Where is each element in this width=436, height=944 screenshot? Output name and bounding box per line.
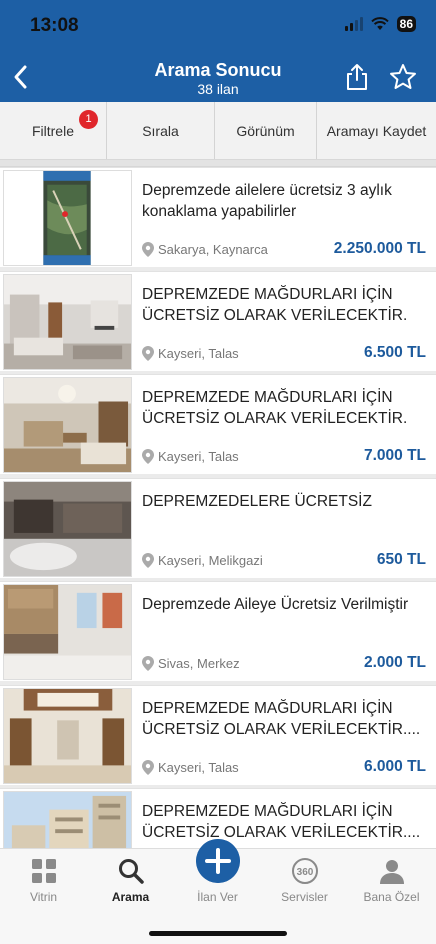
filter-button[interactable]: Filtrele 1 — [0, 102, 107, 159]
listing-title: DEPREMZEDE MAĞDURLARI İÇİN ÜCRETSİZ OLAR… — [142, 389, 408, 427]
view-button[interactable]: Görünüm — [215, 102, 317, 159]
sort-button[interactable]: Sırala — [107, 102, 215, 159]
listing-list[interactable]: Depremzede ailelere ücretsiz 3 aylık kon… — [0, 160, 436, 848]
listing-location-text: Kayseri, Talas — [158, 449, 239, 464]
page-title: Arama Sonucu — [154, 60, 282, 80]
listing-item[interactable]: Depremzede Aileye Ücretsiz Verilmiştir S… — [0, 581, 436, 681]
tab-servisler[interactable]: 360 Servisler — [261, 849, 348, 919]
listing-title: DEPREMZEDE MAĞDURLARI İÇİN ÜCRETSİZ OLAR… — [142, 285, 408, 324]
tab-label: Bana Özel — [363, 890, 420, 904]
user-icon — [379, 860, 404, 884]
360-icon: 360 — [291, 858, 318, 884]
filter-bar: Filtrele 1 Sırala Görünüm Aramayı Kaydet — [0, 102, 436, 160]
tab-bana-ozel[interactable]: Bana Özel — [348, 849, 435, 919]
app-header: 13:08 86 Arama Sonucu 38 ilan — [0, 0, 436, 102]
listing-price: 2.250.000 TL — [333, 240, 426, 257]
listing-price: 6.500 TL — [363, 343, 426, 361]
location-pin-icon — [142, 759, 154, 775]
tab-label: Servisler — [281, 890, 328, 904]
filter-label: Filtrele — [31, 122, 74, 139]
listing-location-text: Kayseri, Talas — [158, 759, 239, 775]
star-icon[interactable] — [388, 62, 418, 92]
sort-label: Sırala — [142, 122, 179, 139]
location-pin-icon — [142, 552, 154, 568]
listing-price: 6.000 TL — [363, 757, 426, 775]
svg-text:360: 360 — [296, 867, 313, 878]
listing-location-text: Sivas, Merkez — [158, 656, 240, 671]
listing-thumbnail — [3, 480, 132, 577]
listing-title: DEPREMZEDELERE ÜCRETSİZ — [142, 492, 372, 510]
tab-ilan-ver[interactable]: İlan Ver — [174, 839, 261, 919]
location-pin-icon — [142, 345, 154, 361]
listing-title: Depremzede ailelere ücretsiz 3 aylık kon… — [142, 182, 392, 220]
listing-thumbnail — [3, 791, 132, 848]
listing-price: 7.000 TL — [363, 447, 426, 464]
tab-label: İlan Ver — [197, 890, 238, 904]
filter-count-badge: 1 — [79, 110, 98, 129]
listing-title: DEPREMZEDE MAĞDURLARI İÇİN ÜCRETSİZ OLAR… — [142, 803, 421, 841]
share-icon[interactable] — [344, 62, 370, 92]
tab-label: Arama — [111, 890, 150, 904]
listing-item[interactable]: Depremzede ailelere ücretsiz 3 aylık kon… — [0, 167, 436, 267]
listing-location: Kayseri, Melikgazi — [142, 552, 263, 568]
listing-location: Kayseri, Talas — [142, 345, 239, 361]
plus-icon — [195, 839, 240, 883]
nav-bar: Arama Sonucu 38 ilan — [0, 52, 436, 102]
battery-icon: 86 — [396, 16, 416, 32]
location-pin-icon — [142, 242, 154, 257]
listing-location: Sakarya, Kaynarca — [142, 242, 268, 257]
location-pin-icon — [142, 449, 154, 464]
listing-location: Sivas, Merkez — [142, 656, 240, 671]
save-search-button[interactable]: Aramayı Kaydet — [317, 102, 436, 159]
listing-title: Depremzede Aileye Ücretsiz Verilmiştir — [142, 596, 409, 613]
listing-location: Kayseri, Talas — [142, 759, 239, 775]
listing-thumbnail — [3, 584, 132, 680]
previous-listing-edge — [0, 160, 436, 167]
result-count: 38 ilan — [197, 81, 239, 97]
status-bar: 13:08 86 — [0, 0, 436, 52]
listing-item[interactable]: DEPREMZEDE MAĞDURLARI İÇİN ÜCRETSİZ OLAR… — [0, 684, 436, 785]
wifi-icon — [370, 17, 389, 30]
status-time: 13:08 — [30, 15, 79, 36]
location-pin-icon — [142, 656, 154, 671]
tab-label: Vitrin — [29, 890, 58, 904]
listing-thumbnail — [3, 170, 132, 266]
listing-price: 650 TL — [376, 550, 426, 568]
bottom-tab-bar: Vitrin Arama İlan Ver 360 Servisler Bana… — [0, 839, 436, 944]
home-indicator — [149, 931, 287, 936]
listing-thumbnail — [3, 687, 132, 784]
listing-thumbnail — [3, 273, 132, 370]
listing-price: 2.000 TL — [363, 654, 426, 671]
view-label: Görünüm — [236, 122, 295, 139]
listing-location: Kayseri, Talas — [142, 449, 239, 464]
search-icon — [118, 859, 144, 884]
listing-thumbnail — [3, 377, 132, 473]
listing-location-text: Kayseri, Talas — [158, 345, 239, 361]
grid-icon — [31, 859, 56, 883]
listing-item[interactable]: DEPREMZEDE MAĞDURLARI İÇİN ÜCRETSİZ OLAR… — [0, 374, 436, 474]
cellular-signal-icon — [344, 17, 363, 31]
status-icons: 86 — [344, 16, 416, 32]
tab-vitrin[interactable]: Vitrin — [0, 849, 87, 919]
listing-location-text: Sakarya, Kaynarca — [158, 242, 268, 257]
listing-item[interactable]: DEPREMZEDE MAĞDURLARI İÇİN ÜCRETSİZ OLAR… — [0, 270, 436, 371]
save-search-label: Aramayı Kaydet — [326, 122, 427, 139]
listing-title: DEPREMZEDE MAĞDURLARI İÇİN ÜCRETSİZ OLAR… — [142, 699, 421, 738]
listing-location-text: Kayseri, Melikgazi — [158, 552, 263, 568]
tab-arama[interactable]: Arama — [87, 849, 174, 919]
listing-item[interactable]: DEPREMZEDELERE ÜCRETSİZ Kayseri, Melikga… — [0, 477, 436, 578]
